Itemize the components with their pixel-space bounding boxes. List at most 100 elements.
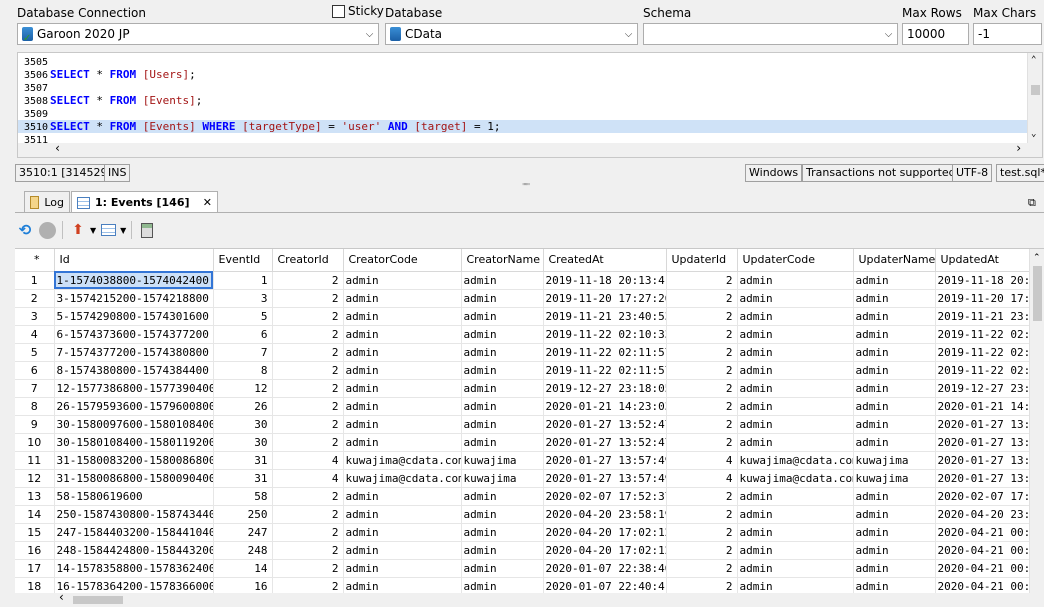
table-cell[interactable]: 2020-04-21 00:1 [935,559,1036,578]
scroll-right-icon[interactable]: › [1015,141,1022,155]
table-cell[interactable]: 2 [666,289,738,308]
table-cell[interactable]: 2020-01-21 14:2 [935,397,1036,416]
table-cell[interactable]: 2020-01-07 22:40:41 [543,577,667,593]
table-cell[interactable]: 2 [666,379,738,398]
scroll-thumb[interactable] [1031,85,1040,95]
table-cell[interactable]: admin [461,577,544,593]
table-cell[interactable]: admin [853,415,936,434]
column-header[interactable]: UpdatedAt [935,249,1036,272]
table-cell[interactable]: admin [737,343,854,362]
row-number[interactable]: 10 [15,433,55,452]
table-cell[interactable]: 250-1587430800-1587434400 [54,505,214,524]
table-row[interactable]: 14 250-1587430800-1587434400 250 2 admin admi… [15,505,1036,524]
table-cell[interactable]: admin [737,433,854,452]
column-header[interactable]: EventId [213,249,273,272]
table-row[interactable]: 11 31-1580083200-1580086800 31 4 kuwajima@cd… [15,451,1036,470]
close-icon[interactable]: ✕ [203,196,212,209]
table-cell[interactable]: admin [461,325,544,344]
table-cell[interactable]: admin [737,361,854,380]
max-chars-input[interactable]: -1 [973,23,1042,45]
table-cell[interactable]: 2020-01-27 13:5 [935,451,1036,470]
table-cell[interactable]: 4 [272,469,344,488]
table-cell[interactable]: admin [461,361,544,380]
table-cell[interactable]: 2 [666,343,738,362]
table-cell[interactable]: admin [343,397,462,416]
table-row[interactable]: 8 26-1579593600-1579600800 26 2 admin admin 20… [15,397,1036,416]
table-cell[interactable]: admin [343,487,462,506]
table-cell[interactable]: admin [853,523,936,542]
column-header[interactable]: CreatorId [272,249,344,272]
table-cell[interactable]: kuwajima@cdata.com [737,451,854,470]
grid-vertical-scrollbar[interactable]: ⌃ [1029,249,1044,593]
table-cell[interactable]: 2 [272,433,344,452]
table-cell[interactable]: 16 [213,577,273,593]
table-cell[interactable]: 2019-11-22 02:1 [935,361,1036,380]
table-cell[interactable]: 31 [213,451,273,470]
row-number[interactable]: 1 [15,271,55,290]
table-cell[interactable]: admin [461,559,544,578]
table-cell[interactable]: 2 [272,487,344,506]
table-cell[interactable]: 2 [272,307,344,326]
table-cell[interactable]: 2020-04-20 17:02:12 [543,523,667,542]
table-cell[interactable]: 8 [213,361,273,380]
row-number[interactable]: 9 [15,415,55,434]
table-cell[interactable]: 2 [666,577,738,593]
table-cell[interactable]: admin [737,397,854,416]
table-cell[interactable]: 7 [213,343,273,362]
table-cell[interactable]: 2020-01-27 13:52:47 [543,415,667,434]
table-cell[interactable]: 12 [213,379,273,398]
row-number[interactable]: 12 [15,469,55,488]
table-cell[interactable]: 7-1574377200-1574380800 [54,343,214,362]
table-cell[interactable]: kuwajima [461,469,544,488]
column-header[interactable]: UpdaterName [853,249,936,272]
table-cell[interactable]: 2 [666,361,738,380]
max-rows-input[interactable]: 10000 [902,23,969,45]
table-row[interactable]: 3 5-1574290800-1574301600 5 2 admin admin 2019… [15,307,1036,326]
table-row[interactable]: 9 30-1580097600-1580108400 30 2 admin admin 20… [15,415,1036,434]
db-connection-select[interactable]: Garoon 2020 JP ⌵ [17,23,379,45]
row-number[interactable]: 8 [15,397,55,416]
table-cell[interactable]: 2020-01-27 13:57:49 [543,469,667,488]
table-cell[interactable]: admin [737,523,854,542]
table-row[interactable]: 10 30-1580108400-1580119200 30 2 admin admin 2… [15,433,1036,452]
editor-horizontal-scrollbar[interactable]: ‹ › [18,141,1042,157]
table-cell[interactable]: admin [737,415,854,434]
code-line[interactable]: 3510 SELECT * FROM [Events] WHERE [target… [18,120,1028,133]
table-cell[interactable]: admin [853,343,936,362]
table-cell[interactable]: admin [461,433,544,452]
table-cell[interactable]: 2020-01-07 22:38:40 [543,559,667,578]
table-cell[interactable]: 2020-04-20 23:5 [935,505,1036,524]
table-cell[interactable]: 2020-04-20 17:02:12 [543,541,667,560]
table-cell[interactable]: admin [461,397,544,416]
table-cell[interactable]: admin [737,541,854,560]
table-cell[interactable]: admin [343,415,462,434]
table-cell[interactable]: 2 [666,433,738,452]
table-cell[interactable]: admin [343,523,462,542]
table-cell[interactable]: admin [853,271,936,290]
editor-vertical-scrollbar[interactable]: ⌃ ⌄ [1027,53,1042,145]
column-header[interactable]: CreatedAt [543,249,667,272]
table-cell[interactable]: 247 [213,523,273,542]
column-header[interactable]: CreatorName [461,249,544,272]
table-cell[interactable]: admin [343,271,462,290]
table-cell[interactable]: admin [343,307,462,326]
table-cell[interactable]: 2 [272,559,344,578]
table-cell[interactable]: admin [343,577,462,593]
table-cell[interactable]: 5 [213,307,273,326]
table-row[interactable]: 4 6-1574373600-1574377200 6 2 admin admin 2019… [15,325,1036,344]
table-cell[interactable]: 2 [666,523,738,542]
table-cell[interactable]: admin [343,559,462,578]
table-row[interactable]: 6 8-1574380800-1574384400 8 2 admin admin 2019… [15,361,1036,380]
table-cell[interactable]: admin [853,559,936,578]
table-row[interactable]: 15 247-1584403200-1584410400 247 2 admin admi… [15,523,1036,542]
grid-scroll-thumb[interactable] [1033,266,1042,321]
table-cell[interactable]: 2 [272,325,344,344]
table-row[interactable]: 13 58-1580619600 58 2 admin admin 2020-02-07 1… [15,487,1036,506]
table-cell[interactable]: 2020-01-21 14:23:03 [543,397,667,416]
table-cell[interactable]: 248 [213,541,273,560]
table-row[interactable]: 18 16-1578364200-1578366000 16 2 admin admin 2… [15,577,1036,593]
table-cell[interactable]: admin [737,487,854,506]
table-cell[interactable]: admin [343,361,462,380]
row-number[interactable]: 13 [15,487,55,506]
table-cell[interactable]: 30 [213,433,273,452]
